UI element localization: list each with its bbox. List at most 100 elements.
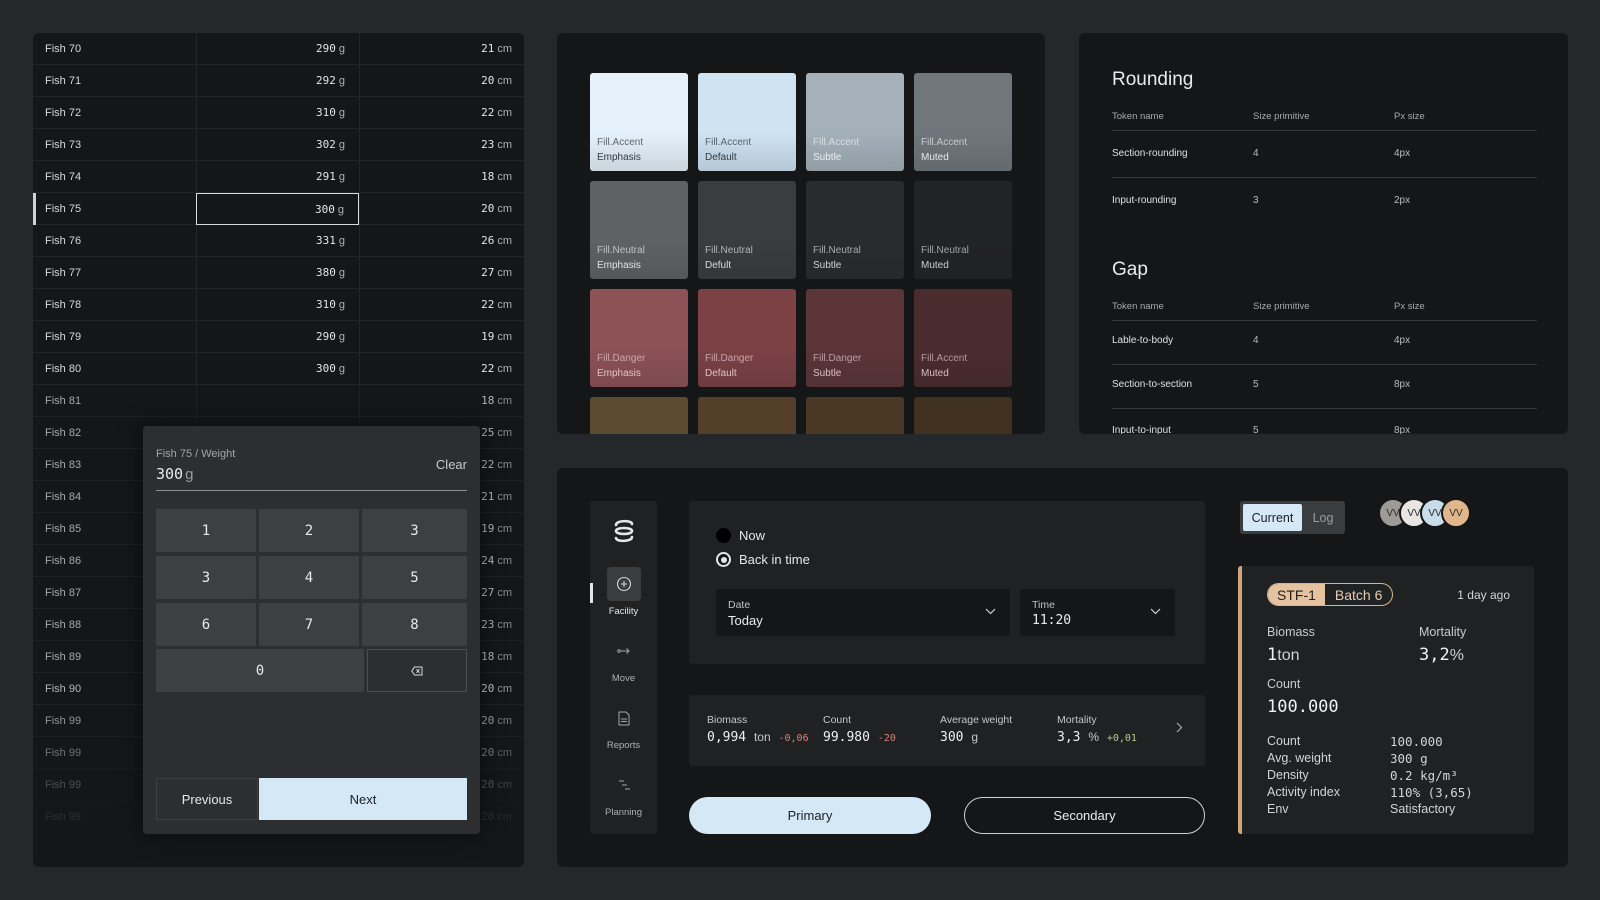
date-select[interactable]: Date Today xyxy=(716,589,1010,636)
key-6[interactable]: 6 xyxy=(156,603,256,646)
color-swatch[interactable] xyxy=(914,397,1012,434)
fish-name-cell: Fish 74 xyxy=(45,171,82,183)
key-3[interactable]: 3 xyxy=(362,509,467,552)
weight-cell[interactable]: 292 g xyxy=(196,65,359,97)
length-unit: cm xyxy=(497,619,512,631)
key-0[interactable]: 0 xyxy=(156,649,364,692)
sidebar-item-move[interactable]: Move xyxy=(590,634,657,684)
table-row[interactable]: Fish 80 300 g 22 cm xyxy=(33,353,524,385)
color-swatch[interactable] xyxy=(590,397,688,434)
avatar[interactable]: VV xyxy=(1441,498,1471,528)
color-swatch[interactable]: Fill.Neutral Subtle xyxy=(806,181,904,279)
color-swatch[interactable]: Fill.Danger Subtle xyxy=(806,289,904,387)
time-select[interactable]: Time 11:20 xyxy=(1020,589,1175,636)
clear-button[interactable]: Clear xyxy=(436,457,467,472)
length-unit: cm xyxy=(497,363,512,375)
length-value: 20 xyxy=(481,746,495,759)
chevron-right-icon[interactable] xyxy=(1176,721,1183,736)
key-4[interactable]: 4 xyxy=(259,556,359,599)
stats-summary[interactable]: Biomass 0,994 ton -0,06 Count 99.980 -20… xyxy=(689,695,1205,766)
length-cell[interactable]: 20 cm xyxy=(359,193,524,225)
token-name: Input-to-input xyxy=(1112,425,1171,434)
weight-cell[interactable]: 290 g xyxy=(196,321,359,353)
length-cell[interactable]: 27 cm xyxy=(359,257,524,289)
color-swatch[interactable]: Fill.Neutral Defult xyxy=(698,181,796,279)
toggle-current[interactable]: Current xyxy=(1243,504,1302,531)
table-row[interactable]: Fish 79 290 g 19 cm xyxy=(33,321,524,353)
key-3b[interactable]: 3 xyxy=(156,556,256,599)
key-5[interactable]: 5 xyxy=(362,556,467,599)
key-8[interactable]: 8 xyxy=(362,603,467,646)
weight-unit: g xyxy=(338,43,345,55)
stat-mortality: Mortality 3,3 % +0,01 xyxy=(1057,714,1137,745)
length-cell[interactable]: 22 cm xyxy=(359,97,524,129)
color-swatch[interactable]: Fill.Accent Muted xyxy=(914,73,1012,171)
swatch-name: Muted xyxy=(921,260,949,271)
fish-name-cell: Fish 78 xyxy=(45,299,82,311)
weight-cell[interactable]: 310 g xyxy=(196,289,359,321)
weight-input[interactable]: 300 g xyxy=(156,465,193,483)
sidebar-item-planning[interactable]: Planning xyxy=(590,768,657,818)
length-cell[interactable]: 22 cm xyxy=(359,289,524,321)
radio-now[interactable]: Now xyxy=(716,528,765,543)
key-1[interactable]: 1 xyxy=(156,509,256,552)
weight-cell[interactable]: 310 g xyxy=(196,97,359,129)
length-cell[interactable]: 21 cm xyxy=(359,33,524,65)
color-swatch[interactable]: Fill.Danger Emphasis xyxy=(590,289,688,387)
length-cell[interactable]: 18 cm xyxy=(359,161,524,193)
table-row[interactable]: Fish 81 18 cm xyxy=(33,385,524,417)
color-swatch[interactable]: Fill.Accent Subtle xyxy=(806,73,904,171)
key-2[interactable]: 2 xyxy=(259,509,359,552)
color-swatch[interactable]: Fill.Danger Default xyxy=(698,289,796,387)
length-cell[interactable]: 26 cm xyxy=(359,225,524,257)
previous-button[interactable]: Previous xyxy=(156,778,258,820)
length-cell[interactable]: 22 cm xyxy=(359,353,524,385)
color-swatch[interactable]: Fill.Accent Default xyxy=(698,73,796,171)
table-row[interactable]: Fish 71 292 g 20 cm xyxy=(33,65,524,97)
table-row[interactable]: Fish 76 331 g 26 cm xyxy=(33,225,524,257)
weight-cell[interactable]: 302 g xyxy=(196,129,359,161)
primary-button[interactable]: Primary xyxy=(689,797,931,834)
table-row[interactable]: Fish 73 302 g 23 cm xyxy=(33,129,524,161)
length-cell[interactable]: 19 cm xyxy=(359,321,524,353)
stat-delta: -0,06 xyxy=(778,733,809,744)
length-unit: cm xyxy=(497,299,512,311)
weight-cell[interactable]: 331 g xyxy=(196,225,359,257)
color-swatch[interactable]: Fill.Neutral Muted xyxy=(914,181,1012,279)
table-row[interactable]: Fish 70 290 g 21 cm xyxy=(33,33,524,65)
table-row[interactable]: Fish 75 300 g 20 cm xyxy=(33,193,524,225)
length-unit: cm xyxy=(497,267,512,279)
color-swatch[interactable] xyxy=(806,397,904,434)
color-swatch[interactable] xyxy=(698,397,796,434)
table-row[interactable]: Fish 77 380 g 27 cm xyxy=(33,257,524,289)
weight-cell[interactable]: 300g xyxy=(196,353,359,385)
color-swatch[interactable]: Fill.Neutral Emphasis xyxy=(590,181,688,279)
app-logo[interactable] xyxy=(590,514,657,548)
weight-cell[interactable]: 300g xyxy=(196,193,359,225)
batch-card[interactable]: STF-1 Batch 6 1 day ago Biomass 1ton Mor… xyxy=(1238,566,1534,834)
table-row[interactable]: Fish 72 310 g 22 cm xyxy=(33,97,524,129)
color-swatch[interactable]: Fill.Accent Emphasis xyxy=(590,73,688,171)
next-button[interactable]: Next xyxy=(259,778,467,820)
token-name: Lable-to-body xyxy=(1112,335,1174,346)
count-label: Count xyxy=(1267,677,1301,691)
secondary-button[interactable]: Secondary xyxy=(964,797,1205,834)
toggle-log[interactable]: Log xyxy=(1304,504,1342,531)
length-cell[interactable]: 23 cm xyxy=(359,129,524,161)
weight-cell[interactable]: 290 g xyxy=(196,33,359,65)
key-7[interactable]: 7 xyxy=(259,603,359,646)
length-cell[interactable]: 18 cm xyxy=(359,385,524,417)
sidebar-item-facility[interactable]: Facility xyxy=(590,567,657,617)
backspace-key[interactable] xyxy=(367,649,467,692)
length-cell[interactable]: 20 cm xyxy=(359,65,524,97)
radio-back-in-time[interactable]: Back in time xyxy=(716,552,810,567)
sidebar-item-reports[interactable]: Reports xyxy=(590,701,657,751)
weight-value: 310 xyxy=(316,298,336,311)
weight-cell[interactable]: 291 g xyxy=(196,161,359,193)
weight-cell[interactable] xyxy=(196,385,359,417)
length-value: 20 xyxy=(481,810,495,823)
table-row[interactable]: Fish 74 291 g 18 cm xyxy=(33,161,524,193)
table-row[interactable]: Fish 78 310 g 22 cm xyxy=(33,289,524,321)
weight-cell[interactable]: 380 g xyxy=(196,257,359,289)
color-swatch[interactable]: Fill.Accent Muted xyxy=(914,289,1012,387)
